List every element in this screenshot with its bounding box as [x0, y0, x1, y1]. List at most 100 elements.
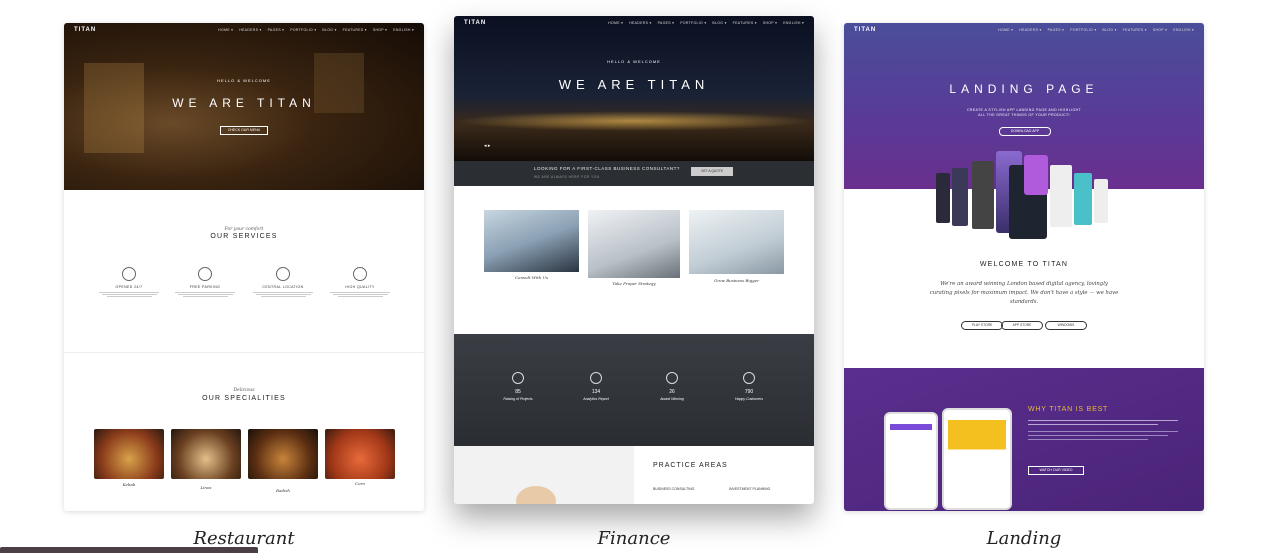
caption-finance[interactable]: Finance — [454, 528, 814, 549]
city-lights — [454, 111, 814, 131]
feature-image-strategy[interactable] — [588, 210, 680, 278]
restaurant-nav: TITAN HOME ▾ HEADERS ▾ PAGES ▾ PORTFOLIO ▾ B… — [64, 23, 424, 37]
caption-landing[interactable]: Landing — [844, 528, 1204, 549]
restaurant-template-card[interactable]: TITAN HOME ▾ HEADERS ▾ PAGES ▾ PORTFOLIO ▾ B… — [64, 23, 424, 511]
restaurant-hero-greeting: HELLO & WELCOME — [217, 78, 271, 83]
nav-link[interactable]: HOME ▾ — [608, 21, 623, 25]
stat-label: Raising of Projects — [503, 397, 533, 401]
watch-video-button[interactable]: WATCH OUR VIDEO — [1028, 466, 1084, 475]
welcome-title: WELCOME TO TITAN — [979, 261, 1069, 268]
service-label: HIGH QUALITY — [345, 285, 375, 289]
dish-name: Radish — [276, 488, 290, 493]
download-app-button[interactable]: DOWNLOAD APP — [999, 127, 1051, 136]
get-quote-button[interactable]: GET A QUOTE — [691, 167, 733, 176]
restaurant-hero-title: WE ARE TITAN — [172, 96, 316, 110]
smiley-icon — [743, 372, 755, 384]
landing-template-card[interactable]: TITAN HOME ▾ HEADERS ▾ PAGES ▾ PORTFOLIO ▾ B… — [844, 23, 1204, 511]
nav-link[interactable]: HEADERS ▾ — [629, 21, 651, 25]
check-menu-button[interactable]: CHECK OUR MENU — [220, 126, 268, 135]
dish-name: Kebab — [122, 482, 136, 487]
finance-logo[interactable]: TITAN — [464, 20, 486, 26]
dish-image-corn[interactable] — [325, 429, 395, 479]
service-label: FREE PARKING — [189, 285, 221, 289]
nav-link[interactable]: FEATURES ▾ — [343, 28, 367, 32]
service-label: OPENED 24/7 — [115, 285, 143, 289]
welcome-text: We're an award winning London based digi… — [929, 281, 1119, 305]
app-store-button[interactable]: APP STORE — [1001, 321, 1043, 330]
feature-image-grow[interactable] — [689, 210, 784, 274]
phone-screen — [890, 424, 932, 500]
phone-mockup — [942, 408, 1012, 510]
practice-item: BUSINESS CONSULTING — [653, 487, 695, 491]
why-titan-text — [1028, 420, 1178, 443]
landing-logo[interactable]: TITAN — [854, 27, 876, 33]
stat-item: 134 Analytics Report — [566, 372, 626, 401]
finance-hero: TITAN HOME ▾ HEADERS ▾ PAGES ▾ PORTFOLIO ▾ B… — [454, 16, 814, 161]
caption-restaurant[interactable]: Restaurant — [64, 528, 424, 549]
nav-link[interactable]: SHOP ▾ — [1153, 28, 1167, 32]
restaurant-nav-links: HOME ▾ HEADERS ▾ PAGES ▾ PORTFOLIO ▾ BLOG ▾ F… — [218, 28, 414, 32]
nav-link[interactable]: BLOG ▾ — [322, 28, 336, 32]
nav-link[interactable]: HEADERS ▾ — [1019, 28, 1041, 32]
parking-icon — [198, 267, 212, 281]
finance-nav: TITAN HOME ▾ HEADERS ▾ PAGES ▾ PORTFOLIO ▾ B… — [454, 16, 814, 30]
feature-image-consult[interactable] — [484, 210, 579, 272]
stat-value: 790 — [744, 389, 754, 395]
dish-name: Linos — [200, 485, 212, 490]
nav-link[interactable]: HOME ▾ — [218, 28, 233, 32]
app-screen — [1050, 165, 1072, 227]
windows-button[interactable]: WINDOWS — [1045, 321, 1087, 330]
clock-icon — [122, 267, 136, 281]
finance-hero-title: WE ARE TITAN — [558, 77, 710, 92]
finance-template-card[interactable]: TITAN HOME ▾ HEADERS ▾ PAGES ▾ PORTFOLIO ▾ B… — [454, 16, 814, 504]
nav-link[interactable]: FEATURES ▾ — [1123, 28, 1147, 32]
location-icon — [276, 267, 290, 281]
phone-screen — [948, 420, 1006, 494]
bar-chart-icon — [590, 372, 602, 384]
nav-link[interactable]: PAGES ▾ — [1048, 28, 1065, 32]
nav-link[interactable]: PORTFOLIO ▾ — [680, 21, 706, 25]
dish-image-linos[interactable] — [171, 429, 241, 479]
nav-link[interactable]: FEATURES ▾ — [733, 21, 757, 25]
dish-image-kebab[interactable] — [94, 429, 164, 479]
landing-hero: TITAN HOME ▾ HEADERS ▾ PAGES ▾ PORTFOLIO ▾ B… — [844, 23, 1204, 239]
specialities-title: OUR SPECIALITIES — [202, 395, 286, 402]
restaurant-logo[interactable]: TITAN — [74, 27, 96, 33]
landing-nav: TITAN HOME ▾ HEADERS ▾ PAGES ▾ PORTFOLIO ▾ B… — [844, 23, 1204, 37]
practice-image — [454, 446, 634, 504]
service-item: FREE PARKING — [170, 267, 240, 298]
app-screen — [1024, 155, 1048, 195]
nav-link[interactable]: ENGLISH ▾ — [783, 21, 804, 25]
stat-label: Happy Customers — [734, 397, 763, 401]
play-store-button[interactable]: PLAY STORE — [961, 321, 1003, 330]
finance-stats-section: 85 Raising of Projects 134 Analytics Repor… — [454, 334, 814, 446]
bottom-tab-strip[interactable] — [0, 547, 258, 553]
app-screen — [972, 161, 994, 229]
nav-link[interactable]: PORTFOLIO ▾ — [1070, 28, 1096, 32]
restaurant-hero: TITAN HOME ▾ HEADERS ▾ PAGES ▾ PORTFOLIO ▾ B… — [64, 23, 424, 190]
person-photo — [516, 486, 556, 504]
nav-link[interactable]: PAGES ▾ — [268, 28, 285, 32]
nav-link[interactable]: PORTFOLIO ▾ — [290, 28, 316, 32]
cta-text: LOOKING FOR A FIRST-CLASS BUSINESS CONSU… — [534, 166, 680, 171]
nav-link[interactable]: BLOG ▾ — [712, 21, 726, 25]
stat-label: Award Winning — [660, 397, 684, 401]
dish-image-radish[interactable] — [248, 429, 318, 479]
feature-title: Consult With Us — [514, 275, 549, 280]
nav-link[interactable]: BLOG ▾ — [1102, 28, 1116, 32]
practice-areas-title: PRACTICE AREAS — [653, 462, 728, 469]
stat-value: 85 — [515, 389, 521, 395]
nav-link[interactable]: PAGES ▾ — [658, 21, 675, 25]
slider-arrows-icon[interactable]: ◂ ▸ — [484, 143, 490, 149]
nav-link[interactable]: SHOP ▾ — [373, 28, 387, 32]
trophy-icon — [666, 372, 678, 384]
nav-link[interactable]: ENGLISH ▾ — [1173, 28, 1194, 32]
nav-link[interactable]: SHOP ▾ — [763, 21, 777, 25]
nav-link[interactable]: ENGLISH ▾ — [393, 28, 414, 32]
nav-link[interactable]: HOME ▾ — [998, 28, 1013, 32]
service-label: CENTRAL LOCATION — [262, 285, 304, 289]
nav-link[interactable]: HEADERS ▾ — [239, 28, 261, 32]
service-item: CENTRAL LOCATION — [248, 267, 318, 298]
stat-value: 26 — [669, 389, 675, 395]
landing-hero-subtitle: CREATE A STYLISH APP LANDING PAGE AND HI… — [966, 108, 1082, 117]
